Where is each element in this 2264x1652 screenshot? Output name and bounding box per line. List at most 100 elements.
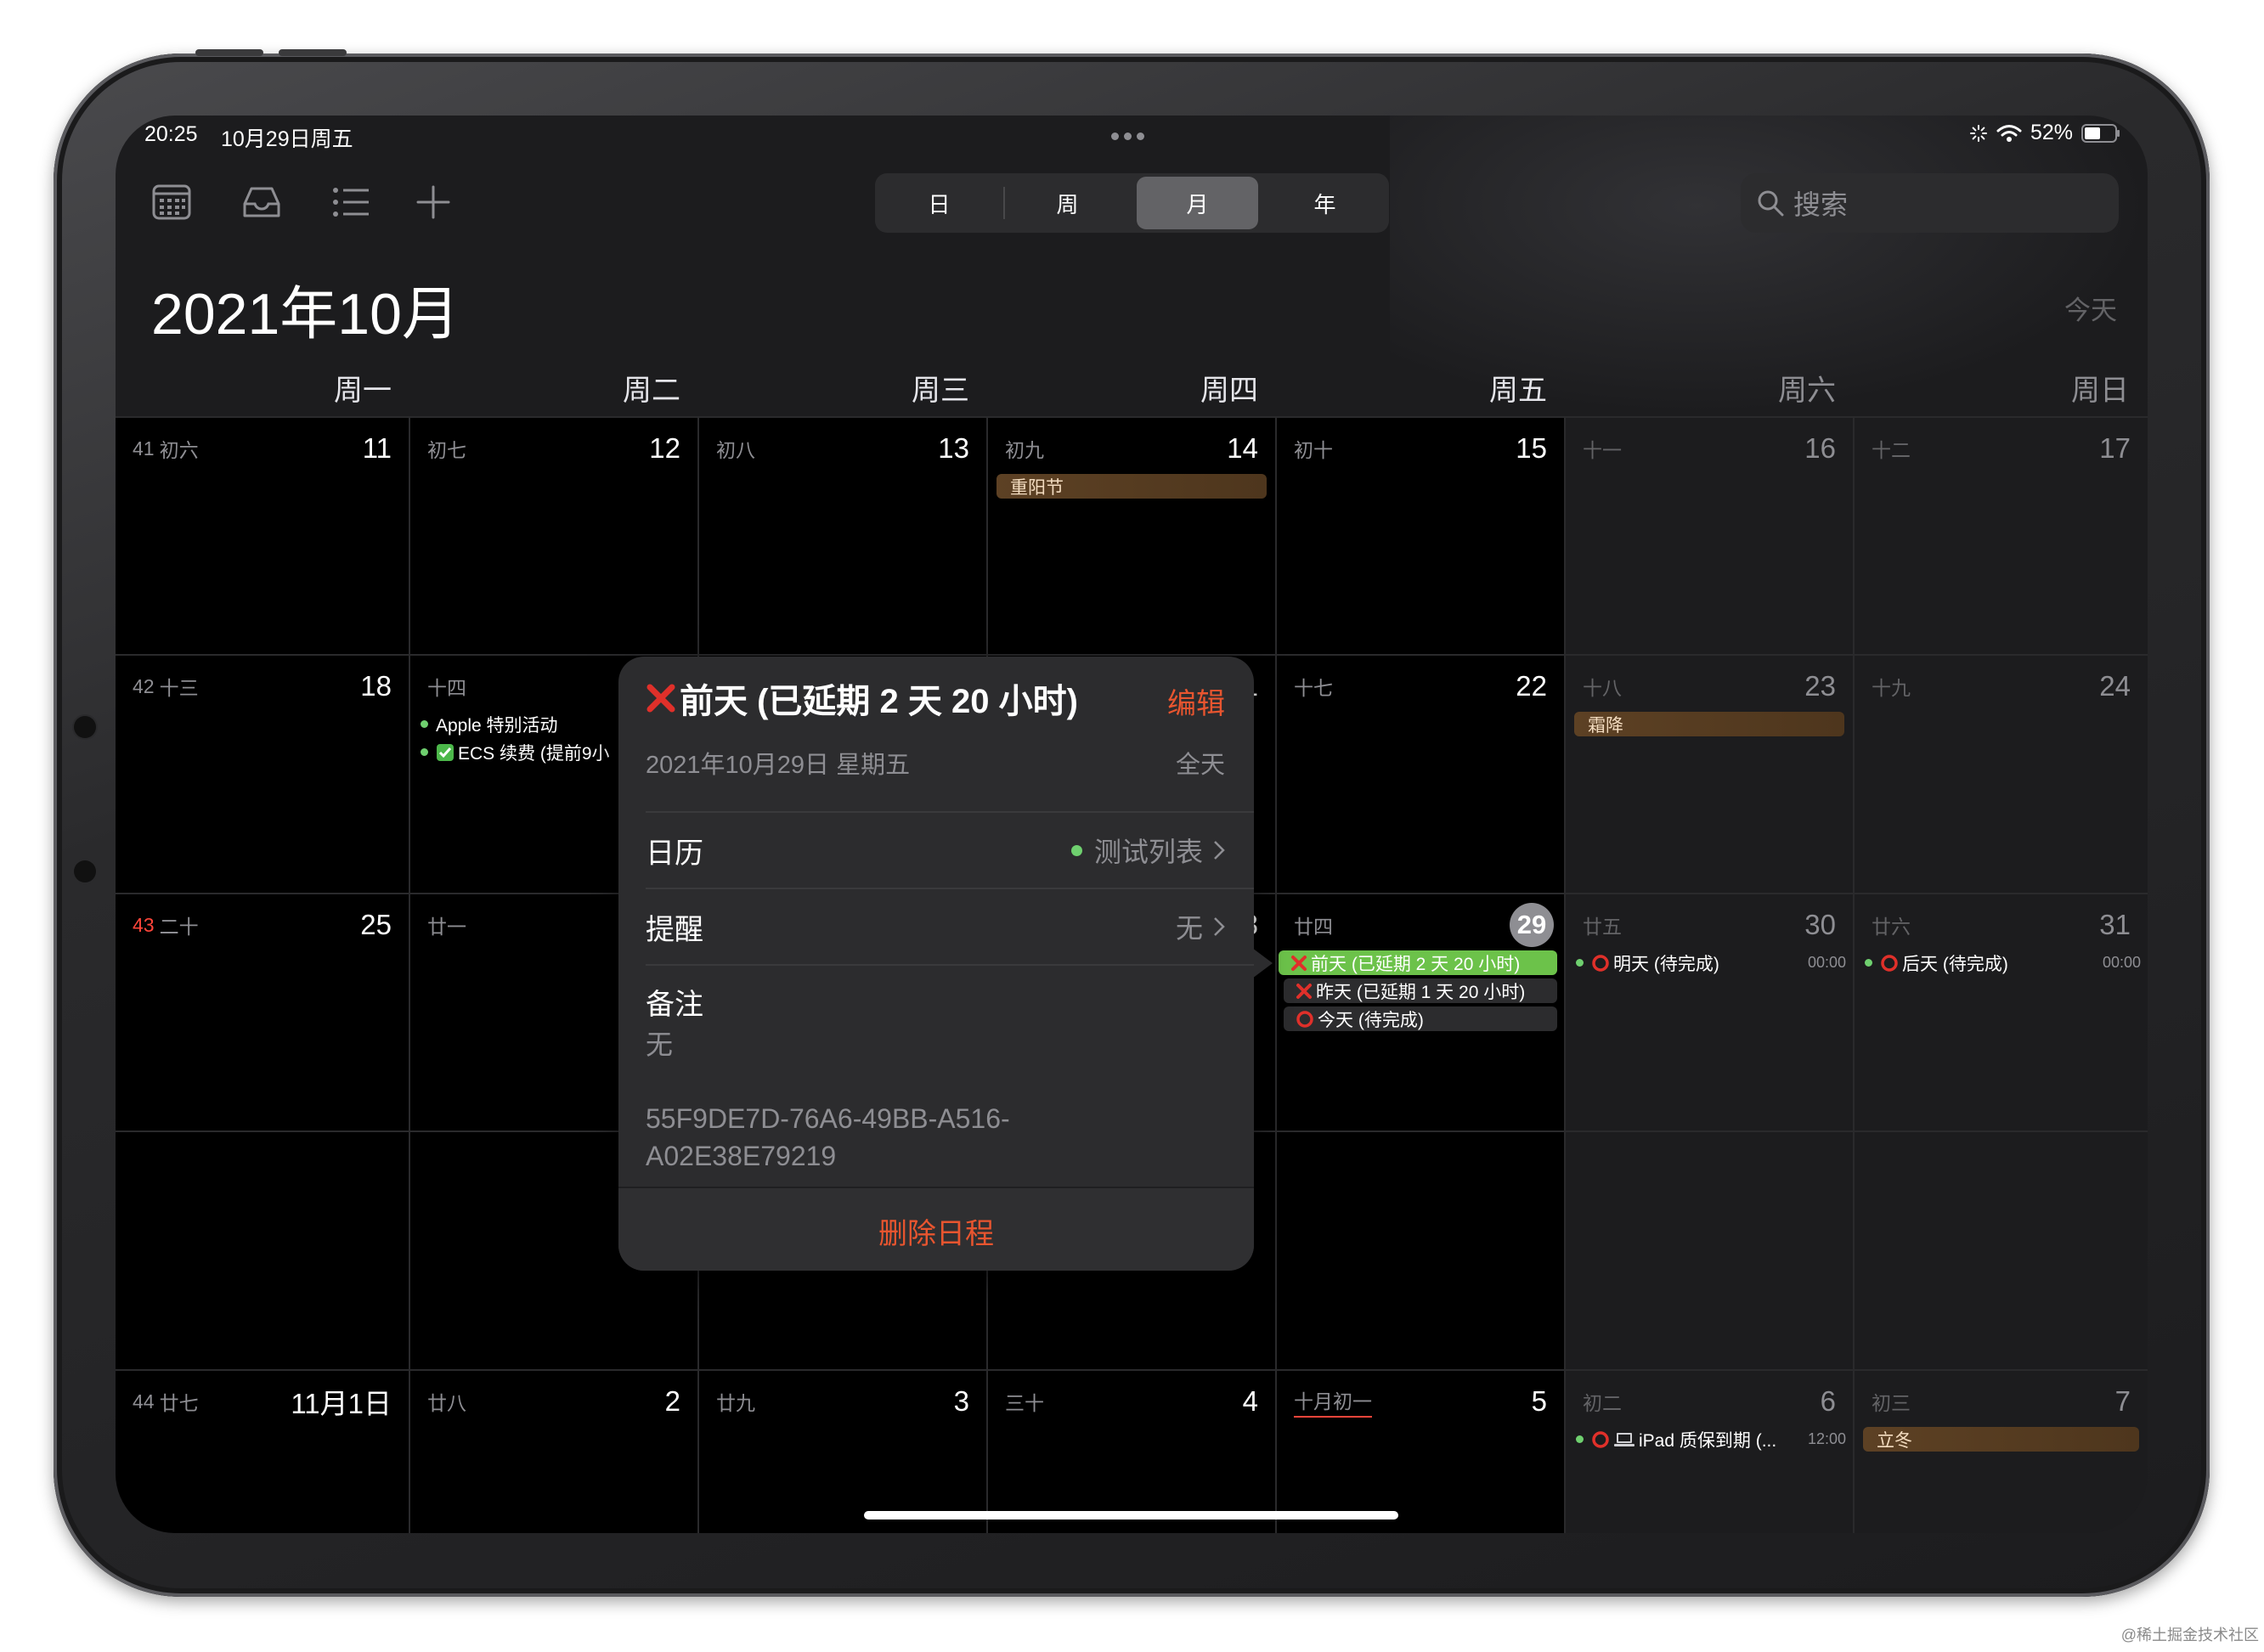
week-number: 44 — [133, 1390, 155, 1412]
day-number: 25 — [360, 909, 392, 940]
laptop-icon — [1613, 1430, 1635, 1449]
day-cell-header: 42 十三 18 — [133, 668, 392, 705]
lunar-date: 初八 — [716, 439, 755, 461]
day-cell[interactable]: 廿五 30 明天 (待完成) 00:00 — [1566, 893, 1855, 1130]
day-cell-header: 十八 23 — [1583, 668, 1836, 705]
edit-button[interactable]: 编辑 — [1167, 680, 1225, 722]
lunar-date: 初十 — [1294, 439, 1333, 461]
event-allday[interactable]: 重阳节 — [996, 474, 1267, 499]
segment-month[interactable]: 月 — [1137, 177, 1258, 229]
day-cell[interactable] — [1566, 1130, 1855, 1369]
day-cell[interactable]: 初八 13 — [699, 416, 988, 654]
day-cell[interactable]: 三十 4 — [988, 1369, 1277, 1533]
event-allday[interactable]: 立冬 — [1863, 1427, 2139, 1452]
lunar-date: 初九 — [1005, 439, 1044, 461]
page-title: 2021年10月 — [151, 282, 460, 347]
day-cell[interactable]: 初三 7 立冬 — [1855, 1369, 2148, 1533]
event-selected[interactable]: 前天 (已延期 2 天 20 小时) — [1279, 950, 1557, 975]
event-timed[interactable]: iPad 质保到期 (... 12:00 — [1572, 1427, 1846, 1452]
day-cell[interactable]: 初七 12 — [410, 416, 699, 654]
calendar-color-dot — [1070, 844, 1082, 856]
event-list: 立冬 — [1861, 1427, 2141, 1452]
weekday-label: 周六 — [1778, 375, 1836, 407]
top-button — [279, 49, 347, 56]
today-button[interactable]: 今天 — [2064, 289, 2117, 327]
day-cell[interactable] — [1855, 1130, 2148, 1369]
day-cell[interactable]: 廿八 2 — [410, 1369, 699, 1533]
day-cell[interactable]: 廿四 29 前天 (已延期 2 天 20 小时) 昨天 (已延期 1 天 20 小时)… — [1277, 893, 1566, 1130]
status-time: 20:25 — [144, 122, 198, 146]
lunar-date: 二十 — [159, 916, 199, 938]
lunar-date: 廿九 — [716, 1392, 755, 1414]
day-cell[interactable]: 初十 15 — [1277, 416, 1566, 654]
day-cell-header: 初十 15 — [1294, 430, 1547, 467]
event-list: iPad 质保到期 (... 12:00 — [1572, 1427, 1846, 1455]
calendar-dot-icon — [1865, 959, 1872, 967]
activity-icon — [1969, 124, 1987, 142]
weekday-label: 周日 — [2071, 375, 2129, 407]
day-number: 7 — [2114, 1385, 2131, 1417]
week-number: 41 — [133, 437, 155, 460]
event-title: 重阳节 — [1010, 477, 1064, 498]
event-timed[interactable]: 后天 (待完成) 00:00 — [1861, 950, 2141, 975]
segment-week[interactable]: 周 — [1007, 177, 1128, 229]
day-cell[interactable]: 十七 22 — [1277, 654, 1566, 893]
event-gray[interactable]: 昨天 (已延期 1 天 20 小时) — [1284, 978, 1557, 1003]
search-input[interactable]: 搜索 — [1741, 173, 2119, 233]
day-cell-header: 十七 22 — [1294, 668, 1547, 705]
lunar-date: 十四 — [427, 677, 466, 699]
day-cell[interactable]: 廿九 3 — [699, 1369, 988, 1533]
alert-row[interactable]: 提醒 无 — [646, 905, 1225, 948]
segment-day[interactable]: 日 — [878, 177, 1000, 229]
event-time: 12:00 — [1807, 1430, 1846, 1447]
day-cell[interactable]: 44 廿七 11月1日 — [116, 1369, 410, 1533]
day-cell[interactable]: 十月初一 5 — [1277, 1369, 1566, 1533]
battery-percent: 52% — [2030, 121, 2073, 144]
day-cell-header: 初二 6 — [1583, 1383, 1836, 1420]
day-number: 31 — [2099, 909, 2131, 940]
list-icon[interactable] — [330, 183, 371, 221]
event-title: 立冬 — [1877, 1430, 1912, 1451]
day-cell-header — [1583, 1144, 1836, 1181]
event-allday[interactable]: 霜降 — [1574, 712, 1844, 736]
lunar-date: 十二 — [1872, 439, 1911, 461]
lunar-date: 廿四 — [1294, 916, 1333, 938]
day-cell[interactable]: 初九 14 重阳节 — [988, 416, 1277, 654]
lunar-date: 十一 — [1583, 439, 1622, 461]
day-cell[interactable]: 初二 6 iPad 质保到期 (... 12:00 — [1566, 1369, 1855, 1533]
day-cell[interactable]: 廿六 31 后天 (待完成) 00:00 — [1855, 893, 2148, 1130]
day-cell-header — [1872, 1144, 2131, 1181]
event-timed[interactable]: 明天 (待完成) 00:00 — [1572, 950, 1846, 975]
segment-year[interactable]: 年 — [1264, 177, 1386, 229]
day-number: 5 — [1531, 1385, 1547, 1417]
day-cell[interactable]: 43 二十 25 — [116, 893, 410, 1130]
day-cell[interactable]: 十二 17 — [1855, 416, 2148, 654]
inbox-icon[interactable] — [241, 183, 282, 221]
day-number: 2 — [664, 1385, 680, 1417]
calendar-dot-icon — [421, 748, 428, 756]
red-x-icon — [1290, 955, 1307, 972]
day-cell[interactable]: 41 初六 11 — [116, 416, 410, 654]
day-cell[interactable]: 十九 24 — [1855, 654, 2148, 893]
alert-label: 提醒 — [646, 913, 703, 946]
calendar-icon[interactable] — [151, 183, 192, 221]
watermark: @稀土掘金技术社区 — [2120, 1627, 2259, 1644]
day-cell-header: 廿六 31 — [1872, 906, 2131, 944]
day-cell[interactable]: 42 十三 18 — [116, 654, 410, 893]
day-cell[interactable] — [116, 1130, 410, 1369]
lunar-date: 十七 — [1294, 677, 1333, 699]
calendar-row[interactable]: 日历 测试列表 — [646, 829, 1225, 871]
day-cell-header: 44 廿七 11月1日 — [133, 1383, 392, 1420]
day-number: 11 — [362, 432, 392, 464]
day-cell[interactable] — [1277, 1130, 1566, 1369]
lunar-date: 十月初一 — [1294, 1385, 1372, 1418]
delete-event-button[interactable]: 删除日程 — [618, 1210, 1254, 1252]
day-cell[interactable]: 十一 16 — [1566, 416, 1855, 654]
home-indicator[interactable] — [864, 1511, 1398, 1520]
day-cell-header: 初九 14 — [1005, 430, 1258, 467]
multitasking-dots[interactable] — [1111, 132, 1144, 140]
day-cell[interactable]: 十八 23 霜降 — [1566, 654, 1855, 893]
event-gray[interactable]: 今天 (待完成) — [1284, 1006, 1557, 1031]
day-number: 23 — [1804, 670, 1836, 702]
plus-icon[interactable] — [413, 183, 454, 221]
